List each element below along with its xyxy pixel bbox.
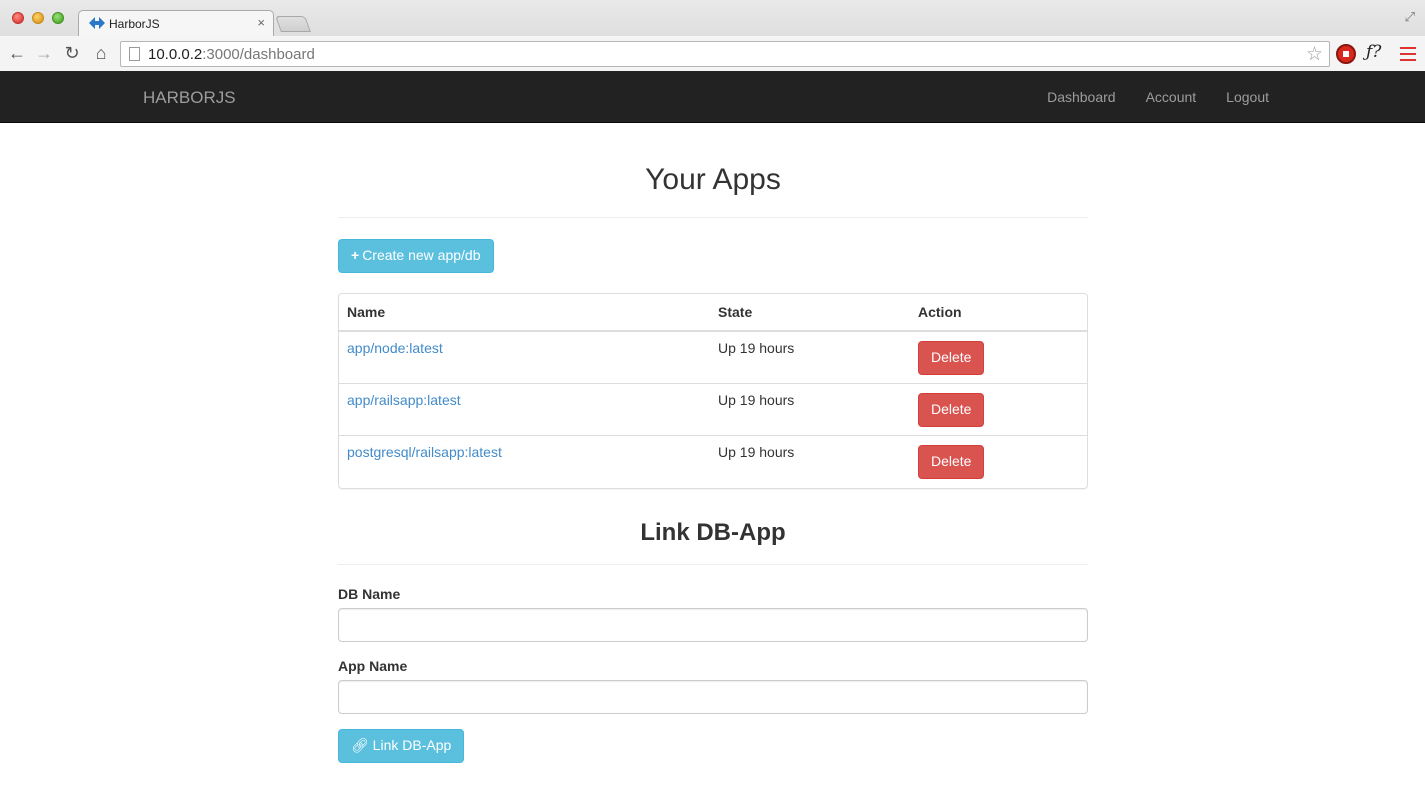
db-name-group: DB Name (338, 586, 1088, 642)
app-name-label: App Name (338, 657, 408, 674)
delete-button[interactable]: Delete (918, 445, 985, 479)
tab-title: HarborJS (109, 17, 160, 31)
new-tab-button[interactable] (275, 16, 311, 32)
app-name-link[interactable]: postgresql/railsapp:latest (347, 444, 502, 460)
table-row: app/railsapp:latest Up 19 hours Delete (339, 383, 1087, 436)
nav-links: Dashboard Account Logout (1032, 71, 1284, 123)
table-row: postgresql/railsapp:latest Up 19 hours D… (339, 435, 1087, 488)
delete-button[interactable]: Delete (918, 393, 985, 427)
delete-button[interactable]: Delete (918, 341, 985, 375)
main-content: Your Apps + Create new app/db Name State … (338, 123, 1088, 763)
forward-arrow-icon[interactable]: → (33, 42, 55, 64)
create-app-label: Create new app/db (362, 247, 481, 263)
table-row: app/node:latest Up 19 hours Delete (339, 331, 1087, 384)
minimize-window-button[interactable] (32, 12, 44, 24)
fullscreen-icon[interactable]: ⤢ (1405, 9, 1415, 25)
zoom-window-button[interactable] (52, 12, 64, 24)
harbor-favicon-icon (89, 17, 105, 29)
browser-chrome: HarborJS × ⤢ ← → ↻ ⌂ 10.0.0.2:3000/dashb… (0, 0, 1425, 71)
link-db-app-section: Link DB-App DB Name App Name 🔗︎ Link DB-… (338, 519, 1088, 763)
browser-menu-icon[interactable] (1400, 47, 1416, 61)
app-name-link[interactable]: app/railsapp:latest (347, 392, 461, 408)
plus-icon: + (351, 247, 360, 263)
link-db-app-label: Link DB-App (372, 736, 452, 753)
nav-dashboard-link[interactable]: Dashboard (1032, 71, 1131, 123)
top-navbar: HARBORJS Dashboard Account Logout (0, 71, 1425, 123)
nav-account-link[interactable]: Account (1131, 71, 1212, 123)
link-db-app-button[interactable]: 🔗︎ Link DB-App (338, 728, 465, 763)
browser-toolbar: ← → ↻ ⌂ 10.0.0.2:3000/dashboard ☆ ƒ? (0, 36, 1425, 71)
nav-logout-link[interactable]: Logout (1211, 71, 1284, 123)
create-app-button[interactable]: + Create new app/db (338, 239, 494, 273)
apps-table-panel: Name State Action app/node:latest Up 19 … (338, 293, 1088, 489)
address-bar[interactable]: 10.0.0.2:3000/dashboard ☆ (120, 41, 1330, 67)
column-header-action: Action (910, 294, 1087, 332)
app-name-group: App Name (338, 658, 1088, 714)
column-header-name: Name (339, 294, 710, 332)
url-text[interactable]: 10.0.0.2:3000/dashboard (148, 46, 315, 63)
db-name-label: DB Name (338, 585, 401, 602)
back-arrow-icon[interactable]: ← (6, 42, 28, 64)
browser-tab[interactable]: HarborJS × (78, 10, 274, 36)
tab-close-icon[interactable]: × (257, 15, 265, 30)
brand-logo[interactable]: HARBORJS (143, 88, 236, 108)
font-extension-icon[interactable]: ƒ? (1366, 42, 1381, 62)
close-window-button[interactable] (12, 12, 24, 24)
column-header-state: State (710, 294, 910, 332)
home-icon[interactable]: ⌂ (90, 42, 112, 64)
stop-extension-icon[interactable] (1336, 44, 1356, 64)
app-name-link[interactable]: app/node:latest (347, 340, 443, 356)
reload-icon[interactable]: ↻ (61, 42, 83, 64)
app-state: Up 19 hours (710, 383, 910, 436)
bookmark-star-icon[interactable]: ☆ (1306, 43, 1323, 66)
app-name-input[interactable] (338, 679, 1088, 714)
page-icon (129, 47, 140, 61)
page-title: Your Apps (338, 123, 1088, 218)
apps-table: Name State Action app/node:latest Up 19 … (339, 294, 1087, 488)
db-name-input[interactable] (338, 607, 1088, 642)
link-db-app-title: Link DB-App (338, 519, 1088, 565)
table-header-row: Name State Action (339, 294, 1087, 332)
url-host: 10.0.0.2 (148, 46, 203, 63)
app-state: Up 19 hours (710, 435, 910, 488)
url-path: :3000/dashboard (202, 46, 315, 63)
link-icon: 🔗︎ (351, 736, 373, 753)
app-state: Up 19 hours (718, 340, 795, 356)
